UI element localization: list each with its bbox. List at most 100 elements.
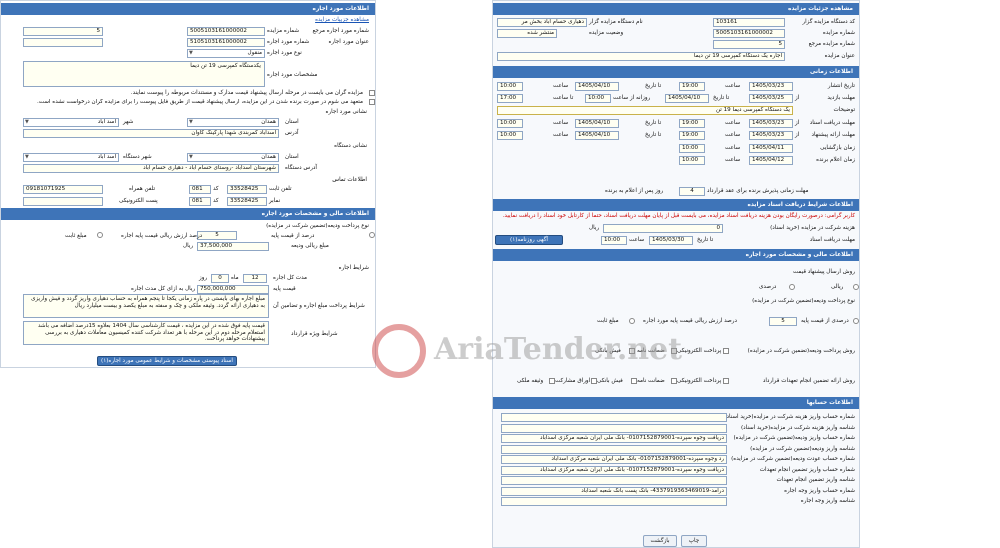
label-visit-to: تا تاریخ [713, 95, 730, 101]
commit-checkbox[interactable] [369, 99, 375, 105]
section-header-auction: مشاهده جزئیات مزایده [493, 3, 859, 15]
label-payment-terms: شرایط پرداخت مبلغ اجاره و تضامین آن [273, 303, 365, 309]
city-select[interactable]: اسد آباد ▼ [23, 118, 119, 127]
label-offer-to-time: ساعت [553, 132, 569, 138]
publish-to-time-field: 10:00 [497, 82, 523, 91]
item-type-value: منقول [247, 50, 262, 56]
fixed-amount-radio[interactable] [97, 232, 103, 238]
offer-percent-radio[interactable] [789, 284, 795, 290]
label-ref-no: شماره مورد اجاره مرجع [312, 28, 369, 34]
pay-electronic-checkbox[interactable] [723, 348, 729, 354]
label-doc-to: تا تاریخ [645, 120, 662, 126]
org-province-select[interactable]: همدان ▼ [187, 153, 279, 162]
label-auction-no: شماره مزایده [822, 30, 855, 36]
label-province: استان [285, 119, 299, 125]
item-type-select[interactable]: منقول ▼ [187, 49, 265, 58]
fax-field: 33528425 [227, 197, 267, 206]
offer-percent-label: درصدی [759, 284, 777, 290]
visit-to-field: 1405/04/10 [665, 94, 709, 103]
title-field: اجاره یک دستگاه کمپرسی 19 تن دیما [497, 52, 785, 61]
label-winner-time: ساعت [725, 157, 741, 163]
label-item-type: نوع مورد اجاره [267, 50, 302, 56]
doc-to-field: 1405/04/10 [575, 119, 619, 128]
account-row-label: شناسه واریز تضمین انجام تعهدات [776, 477, 855, 483]
org-city-select[interactable]: اسد آباد ▼ [23, 153, 119, 162]
duration-day-field: 0 [211, 274, 229, 283]
back-button[interactable]: بازگشت [643, 535, 677, 547]
rental-item-panel: اطلاعات مورد اجاره مشاهده جزییات مزایده … [0, 0, 376, 368]
visit-from-field: 1405/03/25 [749, 94, 793, 103]
account-row-label: شماره حساب عودت ودیعه(تضمین شرکت در مزای… [731, 456, 855, 462]
print-button[interactable]: چاپ [681, 535, 707, 547]
deposit-amount-field: 37,500,000 [197, 242, 269, 251]
newspaper-ad-button[interactable]: آگهی روزنامه(۱) [495, 235, 563, 245]
label-fax-code: کد [213, 198, 219, 204]
account-row-value [501, 476, 727, 485]
label-pay-method: روش پرداخت ودیعه(تضمین شرکت در مزایده) [747, 348, 855, 354]
offer-from-time-field: 19:00 [679, 131, 705, 140]
label-spec: مشخصات مورد اجاره [267, 72, 318, 78]
label-mobile: تلفن همراه [129, 186, 156, 192]
org-code-field: 103161 [713, 18, 785, 27]
label-ref-no: شماره مزایده مرجع [808, 41, 855, 47]
account-row-value [501, 413, 727, 422]
chevron-down-icon: ▼ [189, 50, 193, 56]
label-doc-fee: هزینه شرکت در مزایده (خرید اسناد) [770, 225, 855, 231]
account-row-label: شناسه واریز وجه اجاره [800, 498, 855, 504]
label-doc-deadline: مهلت دریافت اسناد [809, 120, 855, 126]
daily-to-field: 17:00 [497, 94, 523, 103]
ref-no-field: 5 [713, 40, 785, 49]
section-header-financial: اطلاعات مالی و مشخصات مورد اجاره [493, 249, 859, 261]
label-phone: تلفن ثابت [269, 186, 292, 192]
label-title: عنوان مزایده [824, 53, 855, 59]
account-row-label: شناسه واریز ودیعه(تضمین شرکت در مزایده) [750, 445, 855, 452]
label-winner: زمان اعلام برنده [816, 157, 855, 163]
duration-month-field: 12 [243, 274, 267, 283]
validity-days-field: 4 [679, 187, 705, 196]
g-electronic-checkbox[interactable] [723, 378, 729, 384]
duration-month-unit: ماه [231, 275, 239, 281]
special-terms-textarea: قیمت پایه فوق شده در این مزایده ، قیمت ک… [23, 321, 269, 345]
label-deposit-type: نوع پرداخت ودیعه(تضمین شرکت در مزایده) [266, 223, 369, 229]
watermark-text: AriaTender.net [434, 332, 683, 367]
payment-terms-textarea: مبلغ اجاره بهای بایستی در پاره زمانی یکج… [23, 294, 269, 318]
label-doc-to-time: ساعت [553, 120, 569, 126]
province-select[interactable]: همدان ▼ [187, 118, 279, 127]
deposit-percent-radio[interactable] [853, 318, 859, 324]
label-doc-payment-time: ساعت [629, 237, 645, 243]
base-price-note: ریال به ازای کل مدت اجاره [131, 286, 196, 292]
ref-no-field: 5 [23, 27, 103, 36]
chevron-down-icon: ▼ [189, 119, 193, 125]
label-code: کد [213, 186, 219, 192]
label-desc: توضیحات [833, 107, 855, 113]
deposit-percent-note: درصد ارزش ریالی قیمت پایه اجاره [121, 233, 203, 239]
desc-field: یک دستگاه کمپرسی دیما 19 تن [497, 106, 793, 115]
account-row-value: دریافت وجوه سپرده-0107152879001- بانک مل… [501, 434, 727, 443]
fax-code-field: 081 [189, 197, 211, 206]
org-address-field: شهرستان اسدآباد -روستای حسام اباد - دهیا… [23, 164, 279, 173]
label-validity: مهلت زمانی پذیرش برنده برای عقد قرارداد [707, 188, 809, 194]
account-row-label: شماره حساب واریز ودیعه(تضمین شرکت در مزا… [733, 435, 855, 441]
spec-textarea: یکدستگاه کمپرسی 19 تن دیما [23, 61, 265, 87]
section-header-doc-terms: اطلاعات شرایط دریافت اسناد مزایده [493, 199, 859, 211]
note-commit: متعهد می شوم در صورت برنده شدن در این مز… [36, 99, 363, 105]
label-daily-from: روزانه از ساعت [613, 95, 651, 101]
label-visit: مهلت بازدید [827, 95, 855, 101]
account-row-value: رد وجوه سپرده-0107152879001- بانک ملی ای… [501, 455, 727, 464]
account-row-label: شماره حساب واریز وجه اجاره [784, 487, 855, 494]
label-fixed-amount: مبلغ ثابت [65, 233, 87, 239]
daily-from-field: 10:00 [585, 94, 611, 103]
label-publish-time: ساعت [725, 83, 741, 89]
offer-to-time-field: 10:00 [497, 131, 523, 140]
attach-docs-checkbox[interactable] [369, 90, 375, 96]
label-special-terms: شرایط ویژه قرارداد [291, 331, 338, 337]
view-auction-details-link[interactable]: مشاهده جزییات مزایده [315, 17, 369, 24]
label-deposit-percent: درصد از قیمت پایه [271, 233, 315, 239]
label-item-address-section: نشانی مورد اجاره [325, 109, 367, 115]
label-email: پست الکترونیکی [119, 198, 158, 204]
doc-fee-unit: ریال [589, 225, 600, 231]
deposit-percent-radio[interactable] [369, 232, 375, 238]
phone-code-field: 081 [189, 185, 211, 194]
attachments-button[interactable]: اسناد پیوستی مشخصات و شرایط عمومی مورد ا… [97, 356, 237, 366]
offer-rial-radio[interactable] [853, 284, 859, 290]
